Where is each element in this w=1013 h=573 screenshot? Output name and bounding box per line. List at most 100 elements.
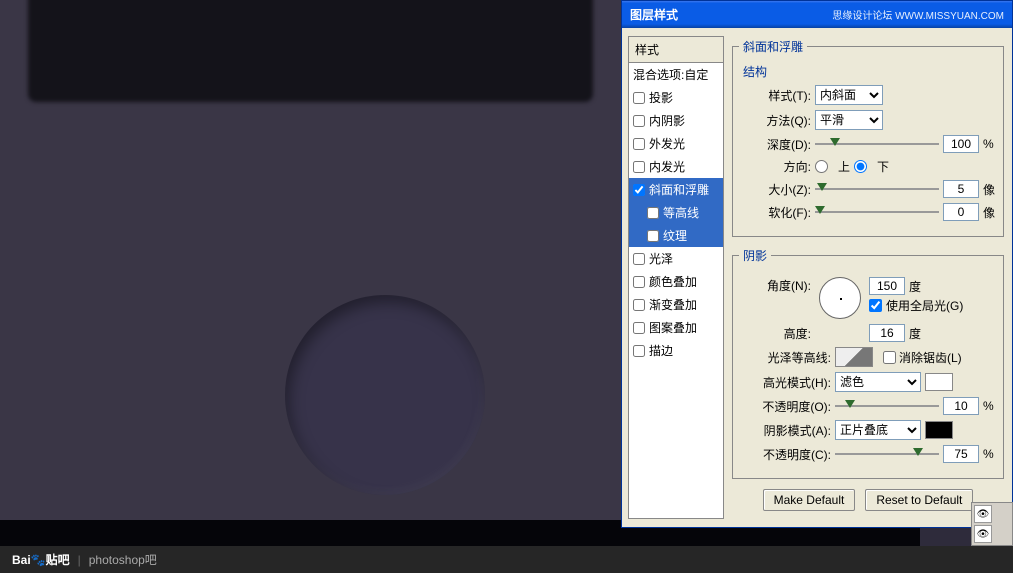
style-item-label: 渐变叠加 — [649, 296, 697, 313]
altitude-input[interactable] — [869, 324, 905, 342]
blend-options-row[interactable]: 混合选项:自定 — [629, 63, 723, 86]
style-checkbox[interactable] — [633, 322, 645, 334]
highlight-color-swatch[interactable] — [925, 373, 953, 391]
style-checkbox[interactable] — [647, 207, 659, 219]
style-checkbox[interactable] — [633, 138, 645, 150]
depth-slider[interactable] — [815, 136, 939, 152]
style-item-label: 纹理 — [663, 227, 687, 244]
community-name: photoshop吧 — [89, 551, 157, 568]
size-unit: 像 — [983, 181, 997, 198]
style-item-label: 内阴影 — [649, 112, 685, 129]
dir-up-radio[interactable]: 上 — [815, 158, 850, 175]
style-checkbox[interactable] — [633, 115, 645, 127]
bevel-legend: 斜面和浮雕 — [739, 38, 807, 55]
style-checkbox[interactable] — [633, 345, 645, 357]
style-checkbox[interactable] — [647, 230, 659, 242]
visibility-eye-icon[interactable]: 👁 — [974, 505, 992, 523]
soften-unit: 像 — [983, 204, 997, 221]
global-light-checkbox[interactable]: 使用全局光(G) — [869, 297, 963, 314]
style-checkbox[interactable] — [633, 299, 645, 311]
soften-label: 软化(F): — [739, 204, 811, 221]
style-item-图案叠加[interactable]: 图案叠加 — [629, 316, 723, 339]
pct1: % — [983, 399, 997, 413]
style-checkbox[interactable] — [633, 276, 645, 288]
angle-dial[interactable] — [819, 277, 861, 319]
shading-fieldset: 阴影 角度(N): 度 使用全局光(G) 高度: — [732, 247, 1004, 479]
shadow-opacity-input[interactable] — [943, 445, 979, 463]
baidu-tieba-logo: Bai🐾贴吧 — [12, 551, 70, 568]
layers-panel-fragment: 👁 👁 — [971, 502, 1013, 546]
styles-header[interactable]: 样式 — [629, 37, 723, 63]
style-item-外发光[interactable]: 外发光 — [629, 132, 723, 155]
dialog-titlebar[interactable]: 图层样式 思缘设计论坛 WWW.MISSYUAN.COM — [622, 1, 1012, 28]
angle-input[interactable] — [869, 277, 905, 295]
style-item-label: 光泽 — [649, 250, 673, 267]
angle-unit: 度 — [909, 278, 921, 295]
highlight-opacity-slider[interactable] — [835, 398, 939, 414]
size-input[interactable] — [943, 180, 979, 198]
size-slider[interactable] — [815, 181, 939, 197]
structure-fieldset: 结构 样式(T): 内斜面 方法(Q): 平滑 深度(D): % — [739, 63, 997, 226]
shadow-mode-label: 阴影模式(A): — [739, 422, 831, 439]
soften-slider[interactable] — [815, 204, 939, 220]
bevel-fieldset: 斜面和浮雕 结构 样式(T): 内斜面 方法(Q): 平滑 深度(D): — [732, 38, 1004, 237]
style-item-label: 内发光 — [649, 158, 685, 175]
style-select[interactable]: 内斜面 — [815, 85, 883, 105]
depth-input[interactable] — [943, 135, 979, 153]
style-item-label: 等高线 — [663, 204, 699, 221]
style-item-投影[interactable]: 投影 — [629, 86, 723, 109]
dir-down-radio[interactable]: 下 — [854, 158, 889, 175]
style-item-纹理[interactable]: 纹理 — [629, 224, 723, 247]
watermark-text: 思缘设计论坛 WWW.MISSYUAN.COM — [832, 7, 1004, 22]
style-item-label: 投影 — [649, 89, 673, 106]
bevel-settings-panel: 斜面和浮雕 结构 样式(T): 内斜面 方法(Q): 平滑 深度(D): — [730, 36, 1006, 519]
style-label: 样式(T): — [739, 87, 811, 104]
gloss-contour-swatch[interactable] — [835, 347, 873, 367]
style-checkbox[interactable] — [633, 253, 645, 265]
style-checkbox[interactable] — [633, 184, 645, 196]
style-item-label: 颜色叠加 — [649, 273, 697, 290]
shading-legend: 阴影 — [739, 247, 771, 264]
angle-label: 角度(N): — [739, 277, 811, 294]
style-item-等高线[interactable]: 等高线 — [629, 201, 723, 224]
visibility-eye-icon[interactable]: 👁 — [974, 525, 992, 543]
dark-rectangle — [28, 0, 593, 102]
highlight-opacity-input[interactable] — [943, 397, 979, 415]
technique-label: 方法(Q): — [739, 112, 811, 129]
technique-select[interactable]: 平滑 — [815, 110, 883, 130]
style-item-渐变叠加[interactable]: 渐变叠加 — [629, 293, 723, 316]
antialias-checkbox[interactable]: 消除锯齿(L) — [883, 349, 962, 366]
footer-separator: | — [78, 553, 81, 567]
dialog-title: 图层样式 — [630, 6, 678, 23]
style-item-颜色叠加[interactable]: 颜色叠加 — [629, 270, 723, 293]
highlight-opacity-label: 不透明度(O): — [739, 398, 831, 415]
layer-style-dialog: 图层样式 思缘设计论坛 WWW.MISSYUAN.COM 样式 混合选项:自定 … — [621, 0, 1013, 528]
pct2: % — [983, 447, 997, 461]
shadow-color-swatch[interactable] — [925, 421, 953, 439]
depth-unit: % — [983, 137, 997, 151]
highlight-mode-select[interactable]: 滤色 — [835, 372, 921, 392]
style-item-光泽[interactable]: 光泽 — [629, 247, 723, 270]
style-item-内发光[interactable]: 内发光 — [629, 155, 723, 178]
shadow-opacity-slider[interactable] — [835, 446, 939, 462]
style-item-斜面和浮雕[interactable]: 斜面和浮雕 — [629, 178, 723, 201]
style-item-内阴影[interactable]: 内阴影 — [629, 109, 723, 132]
shadow-opacity-label: 不透明度(C): — [739, 446, 831, 463]
style-checkbox[interactable] — [633, 92, 645, 104]
altitude-unit: 度 — [909, 325, 921, 342]
style-checkbox[interactable] — [633, 161, 645, 173]
make-default-button[interactable]: Make Default — [763, 489, 856, 511]
highlight-mode-label: 高光模式(H): — [739, 374, 831, 391]
canvas-area — [0, 0, 621, 520]
footer-bar: Bai🐾贴吧 | photoshop吧 — [0, 546, 1013, 573]
style-item-label: 斜面和浮雕 — [649, 181, 709, 198]
shadow-mode-select[interactable]: 正片叠底 — [835, 420, 921, 440]
style-item-label: 外发光 — [649, 135, 685, 152]
style-item-label: 图案叠加 — [649, 319, 697, 336]
emboss-circle-shape — [285, 295, 485, 495]
style-item-描边[interactable]: 描边 — [629, 339, 723, 362]
size-label: 大小(Z): — [739, 181, 811, 198]
soften-input[interactable] — [943, 203, 979, 221]
reset-default-button[interactable]: Reset to Default — [865, 489, 973, 511]
structure-legend: 结构 — [739, 63, 771, 80]
